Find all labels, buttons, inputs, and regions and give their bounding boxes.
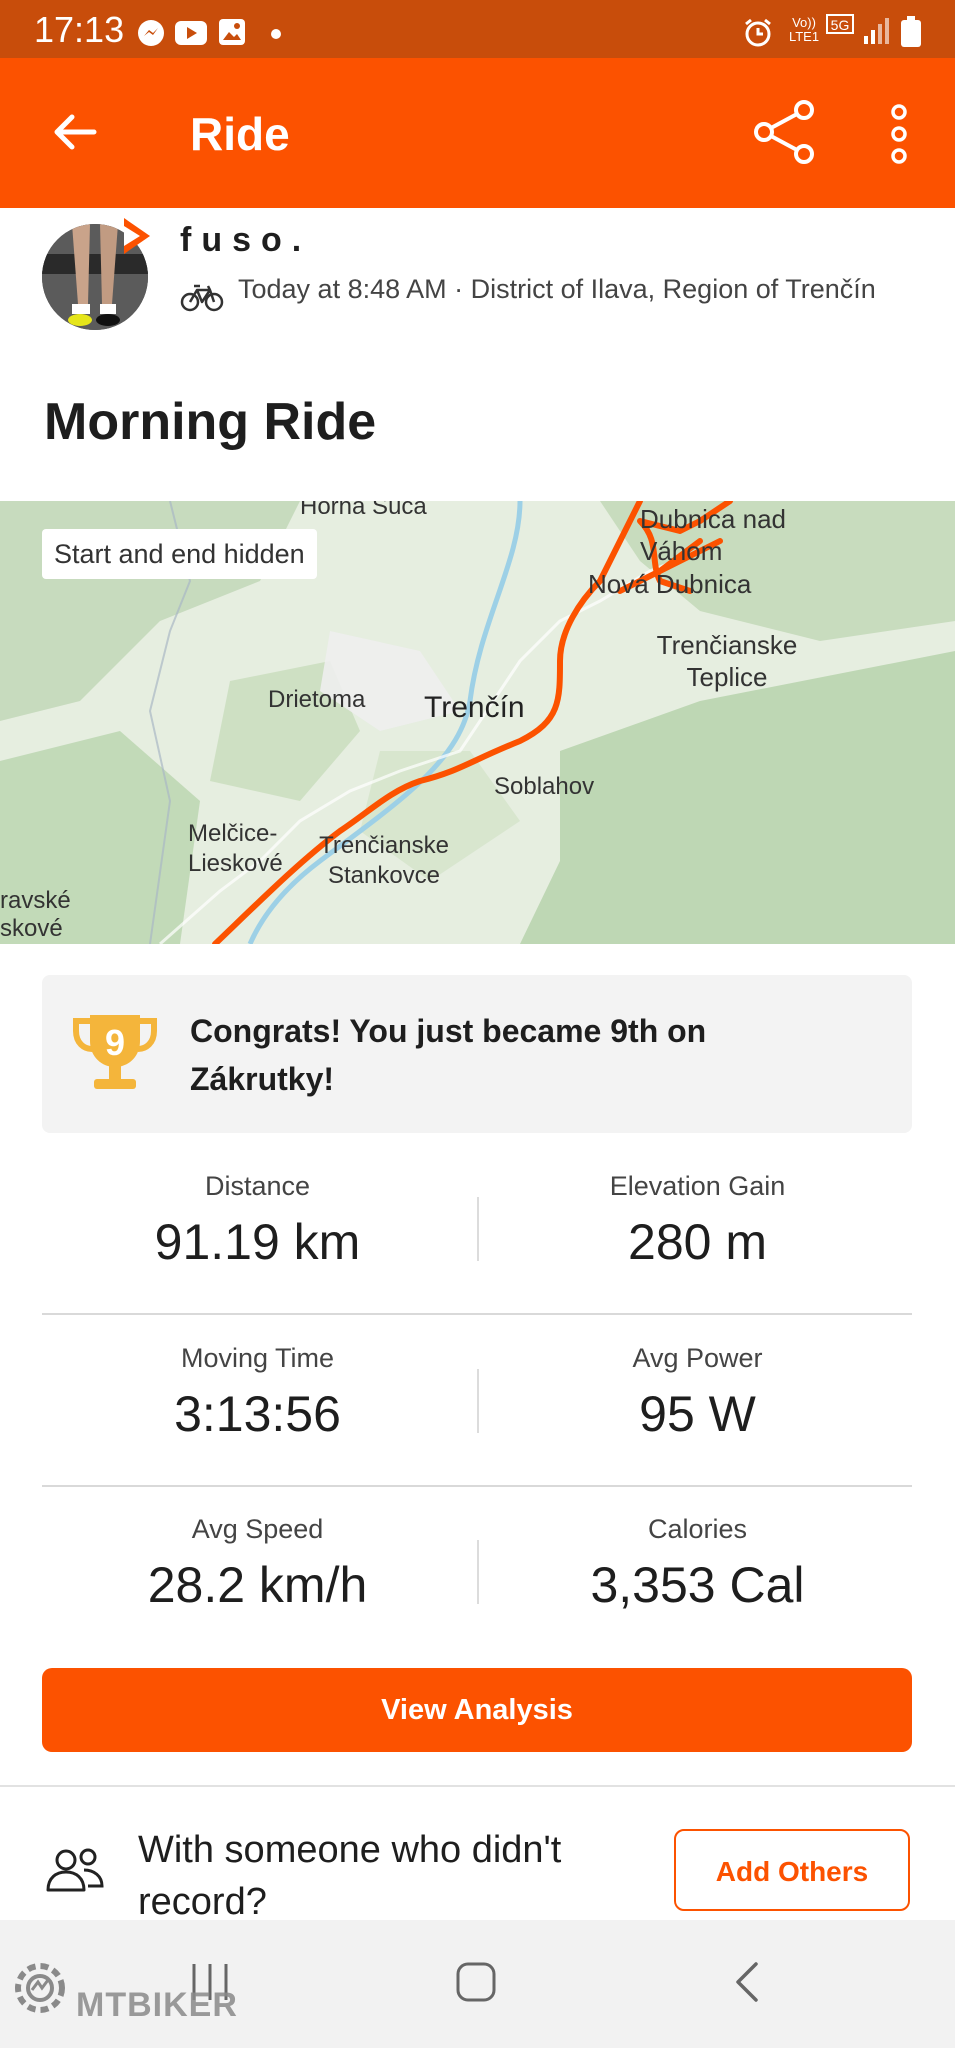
map-label: Melčice-Lieskové bbox=[188, 820, 283, 877]
messenger-icon bbox=[138, 20, 164, 46]
achievement-banner[interactable]: 9 Congrats! You just became 9th on Zákru… bbox=[42, 975, 912, 1133]
map-label: skové bbox=[0, 915, 63, 942]
status-time: 17:13 bbox=[34, 9, 125, 50]
map-label: Nová Dubnica bbox=[588, 569, 752, 599]
map-label: Trenčín bbox=[424, 691, 525, 724]
stat-label: Moving Time bbox=[180, 1343, 335, 1373]
map-label: ravské bbox=[0, 887, 71, 914]
app-bar: Ride bbox=[0, 58, 955, 208]
alarm-icon bbox=[745, 18, 771, 47]
stat-distance: Distance 91.19 km bbox=[40, 1170, 475, 1272]
watermark: MTBIKER bbox=[76, 1986, 238, 2024]
stats-row-divider bbox=[42, 1313, 912, 1315]
stat-value: 280 m bbox=[628, 1214, 767, 1270]
mtbiker-logo-icon bbox=[15, 1963, 65, 2013]
people-icon bbox=[46, 1848, 104, 1892]
stat-elevation-gain: Elevation Gain 280 m bbox=[480, 1170, 915, 1272]
notification-dot-icon bbox=[271, 29, 281, 39]
arrow-left-icon[interactable] bbox=[50, 108, 98, 156]
map-label: Drietoma bbox=[268, 686, 366, 713]
stat-label: Elevation Gain bbox=[609, 1171, 786, 1201]
trophy-icon: 9 bbox=[73, 1015, 157, 1089]
back-icon[interactable] bbox=[726, 1960, 770, 2004]
status-bar: 17:13 Vo)) LTE1 5G bbox=[0, 0, 955, 58]
bike-icon bbox=[180, 284, 224, 312]
page-title: Ride bbox=[190, 108, 290, 160]
gallery-icon bbox=[219, 19, 245, 45]
map-label: Trenčianske Teplice bbox=[656, 630, 798, 692]
stat-value: 3:13:56 bbox=[174, 1386, 341, 1442]
stat-value: 95 W bbox=[639, 1386, 756, 1442]
stat-value: 3,353 Cal bbox=[590, 1557, 805, 1613]
stat-label: Calories bbox=[647, 1514, 748, 1544]
more-vertical-icon[interactable] bbox=[884, 102, 914, 166]
volte-indicator: Vo)) LTE1 bbox=[788, 15, 820, 44]
athlete-name[interactable]: fuso. bbox=[180, 220, 311, 260]
trophy-rank: 9 bbox=[105, 1022, 125, 1063]
battery-icon bbox=[901, 16, 921, 47]
route-map[interactable]: Start and end hidden Horná Súča Dubnica … bbox=[0, 501, 955, 944]
stat-calories: Calories 3,353 Cal bbox=[480, 1513, 915, 1615]
activity-title: Morning Ride bbox=[44, 393, 377, 451]
achievement-text: Congrats! You just became 9th on Zákrutk… bbox=[190, 1013, 707, 1097]
system-nav-bar bbox=[0, 1920, 955, 2048]
stat-avg-power: Avg Power 95 W bbox=[480, 1342, 915, 1444]
activity-meta: Today at 8:48 AM · District of Ilava, Re… bbox=[238, 274, 876, 304]
stat-avg-speed: Avg Speed 28.2 km/h bbox=[40, 1513, 475, 1615]
signal-icon bbox=[864, 18, 889, 44]
stat-value: 28.2 km/h bbox=[147, 1557, 368, 1613]
view-analysis-button[interactable]: View Analysis bbox=[42, 1668, 912, 1752]
add-others-button[interactable]: Add Others bbox=[674, 1829, 910, 1911]
stat-moving-time: Moving Time 3:13:56 bbox=[40, 1342, 475, 1444]
with-someone-prompt: With someone who didn't record? bbox=[138, 1829, 562, 1923]
map-label: Trenčianske Stankovce bbox=[319, 832, 449, 889]
stat-value: 91.19 km bbox=[154, 1214, 361, 1270]
network-type-badge: 5G bbox=[826, 14, 854, 34]
stat-label: Avg Speed bbox=[191, 1514, 324, 1544]
map-label: Soblahov bbox=[494, 773, 595, 800]
stat-label: Distance bbox=[204, 1171, 311, 1201]
stat-divider bbox=[477, 1540, 479, 1604]
home-icon[interactable] bbox=[454, 1960, 498, 2004]
stat-divider bbox=[477, 1369, 479, 1433]
map-chip-start-end-hidden: Start and end hidden bbox=[42, 529, 317, 579]
section-divider bbox=[0, 1785, 955, 1787]
youtube-icon bbox=[175, 21, 207, 45]
share-icon[interactable] bbox=[752, 100, 816, 164]
chevron-badge-icon bbox=[124, 218, 150, 254]
map-label: Dubnica nad Váhom bbox=[640, 504, 786, 566]
stats-row-divider bbox=[42, 1485, 912, 1487]
stat-divider bbox=[477, 1197, 479, 1261]
map-label: Horná Súča bbox=[300, 501, 427, 520]
stat-label: Avg Power bbox=[632, 1343, 763, 1373]
